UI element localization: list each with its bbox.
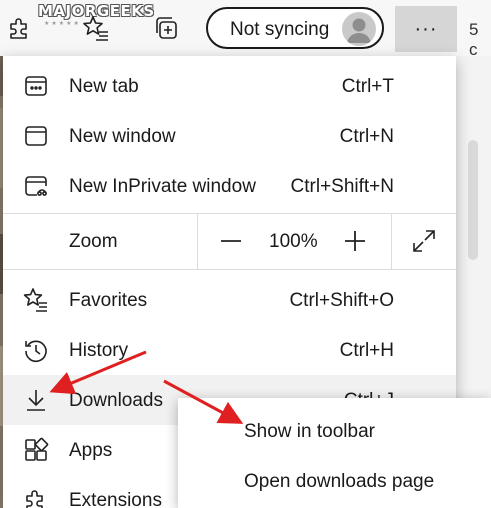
menu-item-new-tab[interactable]: New tab Ctrl+T: [3, 61, 456, 111]
zoom-value: 100%: [269, 231, 318, 252]
scrollbar-thumb[interactable]: [468, 140, 478, 260]
zoom-divider: [197, 213, 198, 269]
tab-peek-text: 5 c: [469, 20, 479, 59]
menu-item-label: New window: [69, 126, 176, 147]
avatar: [342, 12, 376, 46]
menu-item-label: New tab: [69, 76, 139, 97]
menu-item-shortcut: Ctrl+T: [341, 76, 394, 97]
submenu-item-show-in-toolbar[interactable]: Show in toolbar: [178, 406, 491, 456]
extensions-icon: [23, 487, 49, 508]
submenu-item-label: Open downloads page: [244, 471, 435, 492]
menu-item-shortcut: Ctrl+Shift+O: [289, 290, 394, 311]
favorites-toolbar-icon[interactable]: [80, 12, 112, 44]
menu-item-new-window[interactable]: New window Ctrl+N: [3, 111, 456, 161]
more-dots-icon: ···: [414, 17, 438, 40]
new-window-icon: [23, 123, 49, 149]
watermark-stars: ★★★★★: [44, 21, 81, 27]
inprivate-icon: [23, 173, 49, 199]
fullscreen-icon[interactable]: [410, 227, 438, 255]
zoom-in-button[interactable]: [341, 227, 369, 255]
sync-label: Not syncing: [230, 19, 330, 40]
menu-item-label: History: [69, 340, 129, 361]
menu-item-label: Extensions: [69, 490, 162, 508]
menu-item-label: New InPrivate window: [69, 176, 256, 197]
menu-item-label: Downloads: [69, 390, 163, 411]
settings-more-button[interactable]: ···: [395, 6, 457, 52]
new-tab-icon: [23, 73, 49, 99]
zoom-divider: [391, 213, 392, 269]
favorites-icon: [23, 287, 49, 313]
browser-toolbar: MAJORGEEKS ★★★★★ Not syncing ··· 5 c: [0, 0, 491, 59]
menu-item-shortcut: Ctrl+H: [339, 340, 394, 361]
zoom-row: Zoom 100%: [3, 213, 456, 269]
submenu-item-label: Show in toolbar: [244, 421, 375, 442]
menu-divider: [3, 269, 456, 270]
zoom-out-button[interactable]: [217, 227, 245, 255]
collections-toolbar-icon[interactable]: [150, 12, 182, 44]
zoom-label: Zoom: [69, 231, 118, 252]
downloads-icon: [23, 387, 49, 413]
extensions-toolbar-icon[interactable]: [4, 12, 36, 44]
downloads-submenu: Show in toolbar Open downloads page: [178, 398, 491, 508]
menu-item-label: Favorites: [69, 290, 148, 311]
menu-item-history[interactable]: History Ctrl+H: [3, 325, 456, 375]
menu-item-shortcut: Ctrl+N: [339, 126, 394, 147]
menu-item-shortcut: Ctrl+Shift+N: [290, 176, 394, 197]
apps-icon: [23, 437, 49, 463]
submenu-item-open-downloads-page[interactable]: Open downloads page: [178, 456, 491, 506]
sync-profile-button[interactable]: Not syncing: [206, 7, 384, 49]
menu-item-favorites[interactable]: Favorites Ctrl+Shift+O: [3, 275, 456, 325]
menu-item-label: Apps: [69, 440, 113, 461]
menu-item-new-inprivate-window[interactable]: New InPrivate window Ctrl+Shift+N: [3, 161, 456, 211]
history-icon: [23, 337, 49, 363]
